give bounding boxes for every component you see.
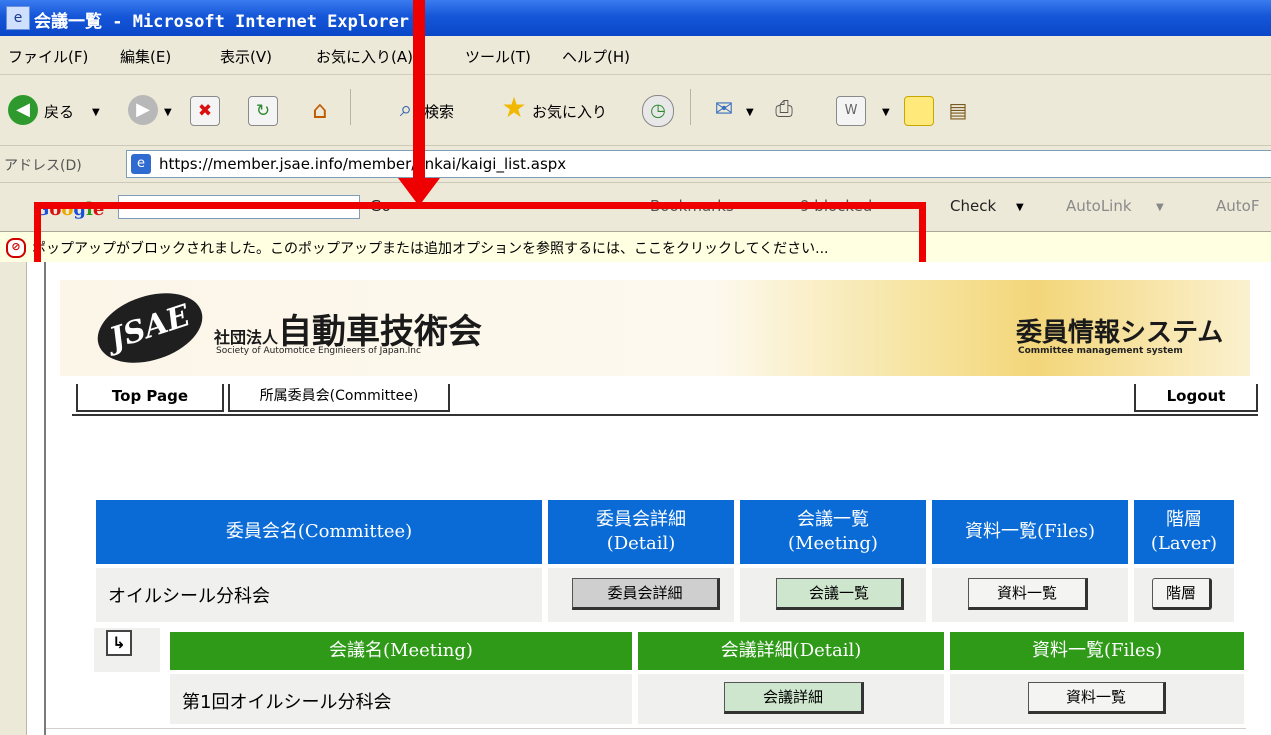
menu-file[interactable]: ファイル(F)	[8, 46, 88, 67]
check-dropdown-icon[interactable]: ▼	[1016, 202, 1024, 213]
meeting-list-button[interactable]: 会議一覧	[776, 578, 904, 610]
page-left-rule	[44, 262, 46, 735]
org-subtitle: Society of Automotice Enginieers of Japa…	[216, 346, 421, 356]
search-label[interactable]: 検索	[424, 101, 454, 122]
table-bottom-rule	[46, 728, 1246, 729]
address-url[interactable]: https://member.jsae.info/member/iinkai/k…	[159, 155, 566, 173]
address-label: アドレス(D)	[4, 158, 82, 174]
system-subtitle: Committee management system	[1018, 346, 1183, 356]
folder-icon[interactable]: ▤	[944, 96, 972, 124]
address-input[interactable]: e https://member.jsae.info/member/iinkai…	[126, 150, 1271, 178]
history-icon[interactable]: ◷	[642, 95, 674, 127]
autolink-button[interactable]: AutoLink	[1066, 197, 1132, 215]
header-line: 会議一覧	[797, 509, 869, 530]
meeting-header-files: 資料一覧(Files)	[950, 632, 1244, 670]
menu-help[interactable]: ヘルプ(H)	[562, 46, 630, 67]
committee-files-button[interactable]: 資料一覧	[968, 578, 1088, 610]
window-title: 会議一覧 - Microsoft Internet Explorer	[34, 12, 410, 32]
menu-bar: ファイル(F) 編集(E) 表示(V) お気に入り(A) ツール(T) ヘルプ(…	[0, 36, 1271, 75]
page-left-frame	[0, 262, 27, 735]
favorites-star-icon[interactable]: ★	[500, 94, 528, 122]
committee-header-layer: 階層 (Laver)	[1134, 500, 1234, 564]
window-title-bar: e 会議一覧 - Microsoft Internet Explorer	[0, 0, 1271, 36]
menu-edit[interactable]: 編集(E)	[120, 46, 171, 67]
popup-blocked-icon: ⊘	[6, 238, 26, 258]
home-icon[interactable]: ⌂	[306, 96, 334, 124]
meeting-detail-button[interactable]: 会議詳細	[724, 682, 864, 714]
committee-detail-button[interactable]: 委員会詳細	[572, 578, 720, 610]
edit-dropdown-icon[interactable]: ▼	[882, 107, 890, 118]
sub-level-arrow-icon: ↳	[106, 630, 132, 656]
standard-toolbar: ◀ 戻る ▼ ▶ ▼ ✖ ↻ ⌂ ⌕ 検索 ★ お気に入り ◷ ✉ ▼ ⎙ W …	[0, 75, 1271, 146]
committee-header-name: 委員会名(Committee)	[96, 500, 542, 564]
autofill-button[interactable]: AutoF	[1216, 197, 1259, 215]
meeting-name: 第1回オイルシール分科会	[182, 692, 392, 713]
committee-name: オイルシール分科会	[108, 586, 270, 607]
layer-button[interactable]: 階層	[1152, 578, 1212, 610]
committee-header-meeting: 会議一覧 (Meeting)	[740, 500, 926, 564]
note-icon[interactable]	[904, 96, 934, 126]
refresh-icon[interactable]: ↻	[248, 96, 278, 126]
annotation-arrow	[413, 0, 425, 182]
forward-dropdown-icon[interactable]: ▼	[164, 107, 172, 118]
back-label[interactable]: 戻る	[44, 101, 74, 122]
spellcheck-button[interactable]: Check	[950, 197, 996, 215]
header-line: (Laver)	[1150, 533, 1218, 554]
ie-page-icon: e	[131, 154, 151, 174]
header-line: 委員会詳細	[596, 509, 686, 530]
header-line: 階層	[1166, 509, 1202, 530]
toolbar-separator	[690, 89, 691, 125]
menu-tools[interactable]: ツール(T)	[465, 46, 531, 67]
edit-icon[interactable]: W	[836, 96, 866, 126]
toolbar-separator	[350, 89, 351, 125]
header-text: 資料一覧(Files)	[965, 521, 1095, 542]
meeting-header-detail: 会議詳細(Detail)	[638, 632, 944, 670]
system-name: 委員情報システム	[1016, 318, 1224, 348]
address-bar: アドレス(D) e https://member.jsae.info/membe…	[0, 146, 1271, 183]
nav-committee[interactable]: 所属委員会(Committee)	[228, 384, 450, 412]
menu-favorites[interactable]: お気に入り(A)	[316, 46, 413, 67]
print-icon[interactable]: ⎙	[770, 96, 798, 124]
ie-page-icon: e	[6, 6, 30, 30]
back-dropdown-icon[interactable]: ▼	[92, 107, 100, 118]
mail-dropdown-icon[interactable]: ▼	[746, 107, 754, 118]
nav-top-page[interactable]: Top Page	[76, 384, 224, 412]
back-icon[interactable]: ◀	[8, 95, 38, 125]
committee-header-detail: 委員会詳細 (Detail)	[548, 500, 734, 564]
header-line: (Detail)	[606, 533, 676, 554]
header-line: (Meeting)	[788, 533, 878, 554]
committee-header-files: 資料一覧(Files)	[932, 500, 1128, 564]
meeting-files-button[interactable]: 資料一覧	[1028, 682, 1166, 714]
nav-logout[interactable]: Logout	[1134, 384, 1258, 412]
stop-icon[interactable]: ✖	[190, 96, 220, 126]
meeting-header-name: 会議名(Meeting)	[170, 632, 632, 670]
forward-icon[interactable]: ▶	[128, 95, 158, 125]
mail-icon[interactable]: ✉	[710, 96, 738, 124]
org-name-small: 社団法人	[214, 328, 279, 347]
favorites-label[interactable]: お気に入り	[532, 101, 607, 122]
autolink-dropdown-icon[interactable]: ▼	[1156, 202, 1164, 213]
menu-view[interactable]: 表示(V)	[220, 46, 272, 67]
committee-header-name-text: 委員会名(Committee)	[225, 521, 413, 542]
